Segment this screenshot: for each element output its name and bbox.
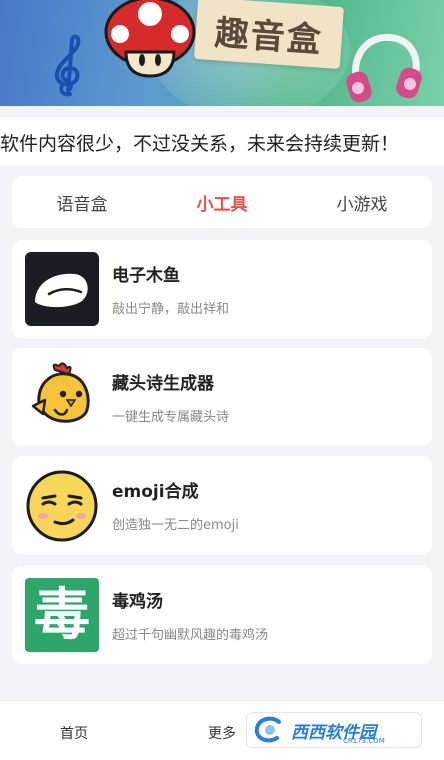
chick-icon bbox=[25, 360, 99, 434]
poison-icon: 毒 bbox=[25, 578, 99, 652]
tool-desc: 创造独一无二的emoji bbox=[112, 518, 239, 533]
tool-desc: 一键生成专属藏头诗 bbox=[112, 410, 230, 425]
watermark-subtext: CR173.COM bbox=[343, 737, 385, 745]
tab-games[interactable]: 小游戏 bbox=[292, 190, 432, 215]
notice-bar: 软件内容很少，不过没关系，未来会持续更新！ bbox=[0, 118, 444, 166]
tool-card-wooden-fish[interactable]: 电子木鱼 敲出宁静，敲出祥和 bbox=[12, 240, 432, 338]
mushroom-icon bbox=[104, 0, 196, 78]
site-watermark: 西西软件园 CR173.COM bbox=[246, 712, 422, 748]
tool-name: emoji合成 bbox=[112, 482, 199, 502]
headphones-icon bbox=[346, 33, 422, 103]
notice-text: 软件内容很少，不过没关系，未来会持续更新！ bbox=[0, 132, 400, 155]
nav-more[interactable]: 更多 bbox=[208, 723, 236, 743]
tool-name: 毒鸡汤 bbox=[112, 592, 163, 612]
nav-home[interactable]: 首页 bbox=[60, 723, 88, 743]
tool-desc: 敲出宁静，敲出祥和 bbox=[112, 302, 230, 317]
watermark-logo-icon bbox=[254, 716, 281, 743]
emoji-face-icon bbox=[25, 468, 99, 542]
tool-card-emoji-mix[interactable]: emoji合成 创造独一无二的emoji bbox=[12, 456, 432, 554]
tool-card-acrostic-poem[interactable]: 藏头诗生成器 一键生成专属藏头诗 bbox=[12, 348, 432, 446]
tool-name: 藏头诗生成器 bbox=[112, 374, 214, 394]
category-tabs: 语音盒 小工具 小游戏 bbox=[12, 176, 432, 228]
treble-clef-icon bbox=[55, 34, 81, 97]
tool-name: 电子木鱼 bbox=[112, 266, 180, 286]
tool-desc: 超过千句幽默风趣的毒鸡汤 bbox=[112, 628, 269, 643]
banner-title: 趣音盒 bbox=[213, 12, 325, 61]
header-banner: 趣音盒 bbox=[0, 0, 444, 106]
banner-title-card: 趣音盒 bbox=[194, 0, 344, 70]
poison-icon-glyph: 毒 bbox=[34, 582, 90, 648]
tab-voice-box[interactable]: 语音盒 bbox=[12, 190, 152, 215]
tab-tools[interactable]: 小工具 bbox=[152, 190, 292, 215]
wooden-fish-icon bbox=[25, 252, 99, 326]
tool-card-poison-soup[interactable]: 毒 毒鸡汤 超过千句幽默风趣的毒鸡汤 bbox=[12, 566, 432, 664]
